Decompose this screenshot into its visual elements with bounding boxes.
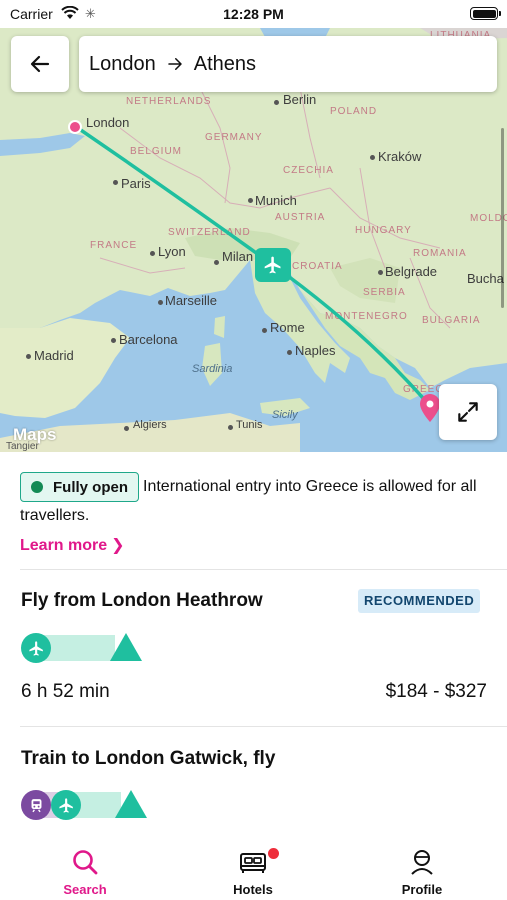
option-title: Train to London Gatwick, fly bbox=[21, 748, 276, 769]
destination-label: Athens bbox=[193, 52, 257, 75]
tab-profile[interactable]: Profile bbox=[362, 838, 482, 900]
bed-icon bbox=[240, 853, 266, 873]
status-bar: Carrier ✳ 12:28 PM bbox=[0, 0, 507, 28]
origin-label: London bbox=[89, 52, 156, 75]
plane-icon bbox=[264, 256, 281, 274]
arrow-right-icon bbox=[168, 58, 182, 70]
profile-icon bbox=[411, 850, 433, 875]
route-search-field[interactable]: London Athens bbox=[79, 36, 497, 92]
expand-icon bbox=[458, 402, 478, 422]
learn-more-link[interactable]: Learn more ❯ bbox=[20, 535, 125, 555]
route-segment-bar bbox=[21, 633, 144, 663]
recommended-badge: RECOMMENDED bbox=[358, 589, 481, 613]
status-badge-label: Fully open bbox=[53, 478, 128, 496]
clock: 12:28 PM bbox=[223, 6, 284, 22]
tab-label: Profile bbox=[401, 882, 443, 897]
search-icon bbox=[73, 850, 98, 875]
destination-pin-icon[interactable] bbox=[420, 394, 440, 422]
plane-icon bbox=[51, 790, 81, 820]
notification-badge bbox=[268, 848, 279, 859]
status-badge: Fully open bbox=[20, 472, 139, 502]
travel-restriction-info: Fully open International entry into Gree… bbox=[20, 472, 490, 529]
tab-search[interactable]: Search bbox=[25, 838, 145, 900]
origin-marker[interactable] bbox=[68, 120, 82, 134]
expand-map-button[interactable] bbox=[439, 384, 497, 440]
back-button[interactable] bbox=[11, 36, 69, 92]
arrow-left-icon bbox=[30, 55, 50, 73]
trip-duration: 6 h 52 min bbox=[21, 681, 110, 702]
route-map[interactable]: NETHERLANDS GERMANY POLAND BELGIUM CZECH… bbox=[0, 28, 507, 452]
battery-icon bbox=[470, 7, 501, 20]
map-legal-label: Tangier bbox=[6, 441, 39, 452]
option-title: Fly from London Heathrow bbox=[21, 590, 263, 611]
plane-icon bbox=[21, 633, 51, 663]
train-icon bbox=[21, 790, 51, 820]
tab-label: Search bbox=[63, 882, 107, 897]
tab-label: Hotels bbox=[233, 882, 273, 897]
flight-marker[interactable] bbox=[255, 248, 291, 282]
divider bbox=[20, 569, 507, 570]
price-range: $184 - $327 bbox=[385, 681, 487, 702]
map-scrollbar[interactable] bbox=[501, 128, 504, 308]
status-dot-icon bbox=[31, 481, 43, 493]
chevron-right-icon: ❯ bbox=[111, 537, 125, 554]
route-segment-bar bbox=[21, 790, 149, 820]
tab-bar: Search Hotels Profile bbox=[0, 838, 507, 900]
tab-hotels[interactable]: Hotels bbox=[193, 838, 313, 900]
divider bbox=[20, 726, 507, 727]
